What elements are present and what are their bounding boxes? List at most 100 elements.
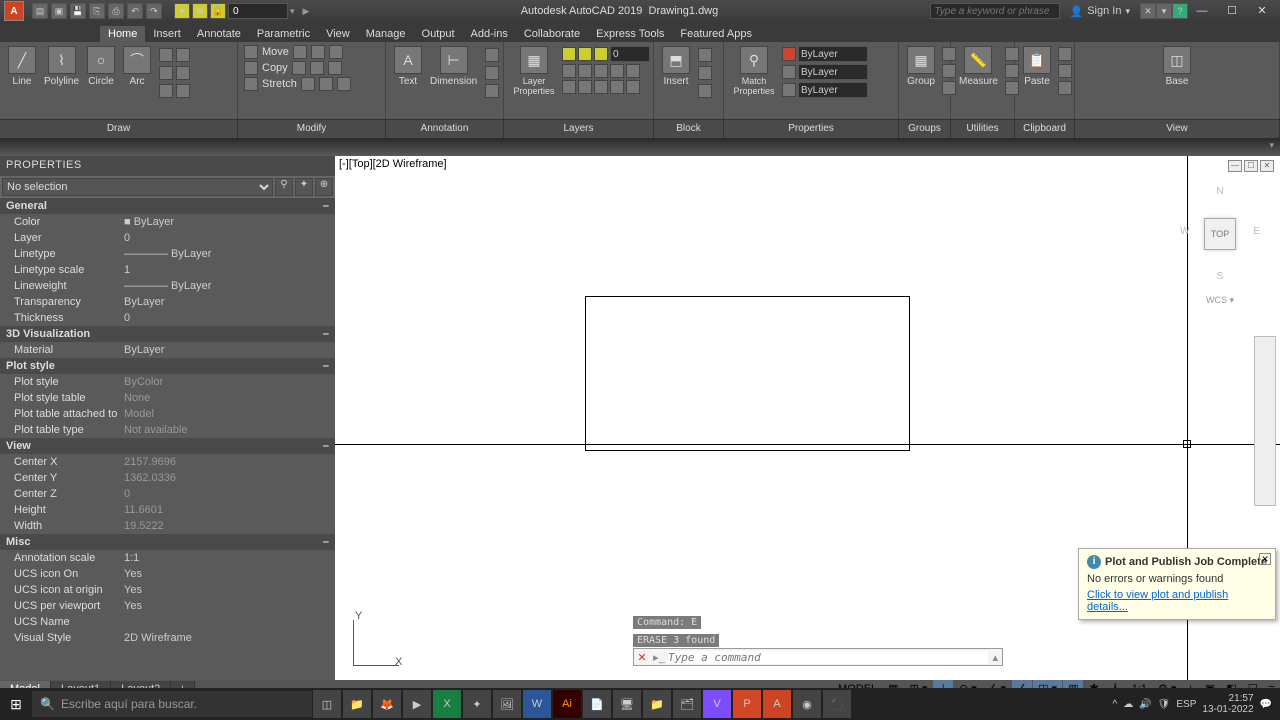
layer-tool-icon[interactable] xyxy=(610,64,624,78)
table-icon[interactable] xyxy=(485,66,499,80)
draw-tool-icon[interactable] xyxy=(159,48,173,62)
tab-output[interactable]: Output xyxy=(414,26,463,42)
powerpoint-icon[interactable]: P xyxy=(733,690,761,718)
copy-clip-icon[interactable] xyxy=(1058,64,1072,78)
tab-annotate[interactable]: Annotate xyxy=(189,26,249,42)
taskbar-search[interactable]: 🔍Escribe aquí para buscar. xyxy=(32,691,312,717)
paste-button[interactable]: 📋Paste xyxy=(1019,44,1055,98)
viewcube-w[interactable]: W xyxy=(1180,226,1189,237)
cat-plotstyle[interactable]: Plot style– xyxy=(0,358,335,374)
app-logo[interactable]: A xyxy=(4,1,24,21)
app5-icon[interactable]: 🖥 xyxy=(613,690,641,718)
prop-ltscale-value[interactable]: 1 xyxy=(124,264,335,276)
vp-minimize-icon[interactable]: — xyxy=(1228,160,1242,172)
autocad-icon[interactable]: A xyxy=(763,690,791,718)
layer-tool-icon[interactable] xyxy=(578,80,592,94)
create-block-icon[interactable] xyxy=(698,48,712,62)
lock-icon[interactable] xyxy=(594,47,608,61)
command-input[interactable] xyxy=(668,651,988,664)
minimize-button[interactable]: — xyxy=(1188,3,1216,19)
prop-color-value[interactable]: ■ ByLayer xyxy=(124,216,335,228)
cmd-recent-icon[interactable]: ▴ xyxy=(988,651,1002,664)
fillet-icon[interactable] xyxy=(310,61,324,75)
move-button[interactable]: Move xyxy=(242,44,381,60)
maximize-button[interactable]: ☐ xyxy=(1218,3,1246,19)
word-icon[interactable]: W xyxy=(523,690,551,718)
tray-wifi-icon[interactable]: 🛡 xyxy=(1158,699,1171,710)
cut-icon[interactable] xyxy=(1058,47,1072,61)
sun-icon[interactable]: ☀ xyxy=(174,3,190,19)
panel-title-layers[interactable]: Layers xyxy=(504,120,654,138)
drawing-canvas[interactable]: [-][Top][2D Wireframe] — ☐ ✕ Y X N W TOP… xyxy=(335,156,1280,680)
layer-tool-icon[interactable] xyxy=(626,80,640,94)
pickadd-icon[interactable]: ⊕ xyxy=(315,178,333,196)
attr-icon[interactable] xyxy=(698,84,712,98)
freeze-icon[interactable] xyxy=(578,47,592,61)
excel-icon[interactable]: X xyxy=(433,690,461,718)
undo-icon[interactable]: ↶ xyxy=(127,3,143,19)
app6-icon[interactable]: 🗂 xyxy=(673,690,701,718)
viewcube-n[interactable]: N xyxy=(1216,186,1223,197)
panel-title-draw[interactable]: Draw xyxy=(0,120,238,138)
command-line[interactable]: ✕ ▸_ ▴ xyxy=(633,648,1003,666)
draw-tool-icon[interactable] xyxy=(176,84,190,98)
rotate-icon[interactable] xyxy=(293,45,307,59)
polyline-button[interactable]: ⌇Polyline xyxy=(40,44,83,102)
scale-icon[interactable] xyxy=(301,77,315,91)
sun-icon[interactable] xyxy=(562,47,576,61)
app7-icon[interactable]: V xyxy=(703,690,731,718)
redo-icon[interactable]: ↷ xyxy=(146,3,162,19)
vp-maximize-icon[interactable]: ☐ xyxy=(1244,160,1258,172)
firefox-icon[interactable]: 🦊 xyxy=(373,690,401,718)
task-view-icon[interactable]: ◫ xyxy=(313,690,341,718)
illustrator-icon[interactable]: Ai xyxy=(553,690,581,718)
new-icon[interactable]: ▤ xyxy=(32,3,48,19)
layer-tool-icon[interactable] xyxy=(594,64,608,78)
match-properties-button[interactable]: ⚲Match Properties xyxy=(728,44,780,100)
prop-cy-value[interactable]: 1362.0336 xyxy=(124,472,335,484)
linetype-icon[interactable] xyxy=(782,83,796,97)
layer-tool-icon[interactable] xyxy=(626,64,640,78)
help-icon[interactable]: ? xyxy=(1172,3,1188,19)
tab-manage[interactable]: Manage xyxy=(358,26,414,42)
obs-icon[interactable]: ⚫ xyxy=(823,690,851,718)
save-icon[interactable]: 💾 xyxy=(70,3,86,19)
tool-icon[interactable] xyxy=(328,61,342,75)
help-search-input[interactable] xyxy=(930,3,1060,19)
cat-view[interactable]: View– xyxy=(0,438,335,454)
stretch-button[interactable]: Stretch xyxy=(242,76,381,92)
group-button[interactable]: ▦Group xyxy=(903,44,939,98)
clip-icon[interactable] xyxy=(1058,81,1072,95)
layer-tool-icon[interactable] xyxy=(562,80,576,94)
prop-cx-value[interactable]: 2157.9696 xyxy=(124,456,335,468)
explorer-icon[interactable]: 📁 xyxy=(343,690,371,718)
layer-tool-icon[interactable] xyxy=(562,64,576,78)
app-store-icon[interactable]: ▾ xyxy=(1156,3,1172,19)
tab-addins[interactable]: Add-ins xyxy=(463,26,516,42)
trim-icon[interactable] xyxy=(311,45,325,59)
layer-tool-icon[interactable] xyxy=(594,80,608,94)
tray-cloud-icon[interactable]: ☁ xyxy=(1123,699,1133,710)
tray-up-icon[interactable]: ^ xyxy=(1113,699,1118,710)
panel-title-clipboard[interactable]: Clipboard xyxy=(1015,120,1075,138)
leader-icon[interactable] xyxy=(485,48,499,62)
prop-layer-value[interactable]: 0 xyxy=(124,232,335,244)
draw-tool-icon[interactable] xyxy=(159,84,173,98)
anno-icon[interactable] xyxy=(485,84,499,98)
lineweight-select[interactable] xyxy=(798,64,868,80)
tab-insert[interactable]: Insert xyxy=(145,26,189,42)
prop-ucsicon-value[interactable]: Yes xyxy=(124,568,335,580)
tab-featuredapps[interactable]: Featured Apps xyxy=(672,26,760,42)
prop-annoscale-value[interactable]: 1:1 xyxy=(124,552,335,564)
prop-pst-value[interactable]: None xyxy=(124,392,335,404)
line-button[interactable]: ╱Line xyxy=(4,44,40,102)
chrome-icon[interactable]: ◉ xyxy=(793,690,821,718)
saveas-icon[interactable]: ⎘ xyxy=(89,3,105,19)
measure-button[interactable]: 📏Measure xyxy=(955,44,1002,98)
tab-expresstools[interactable]: Express Tools xyxy=(588,26,672,42)
copy-button[interactable]: Copy xyxy=(242,60,381,76)
viewcube-e[interactable]: E xyxy=(1253,226,1260,237)
mirror-icon[interactable] xyxy=(292,61,306,75)
plot-icon[interactable]: ⎙ xyxy=(108,3,124,19)
cat-general[interactable]: General– xyxy=(0,198,335,214)
